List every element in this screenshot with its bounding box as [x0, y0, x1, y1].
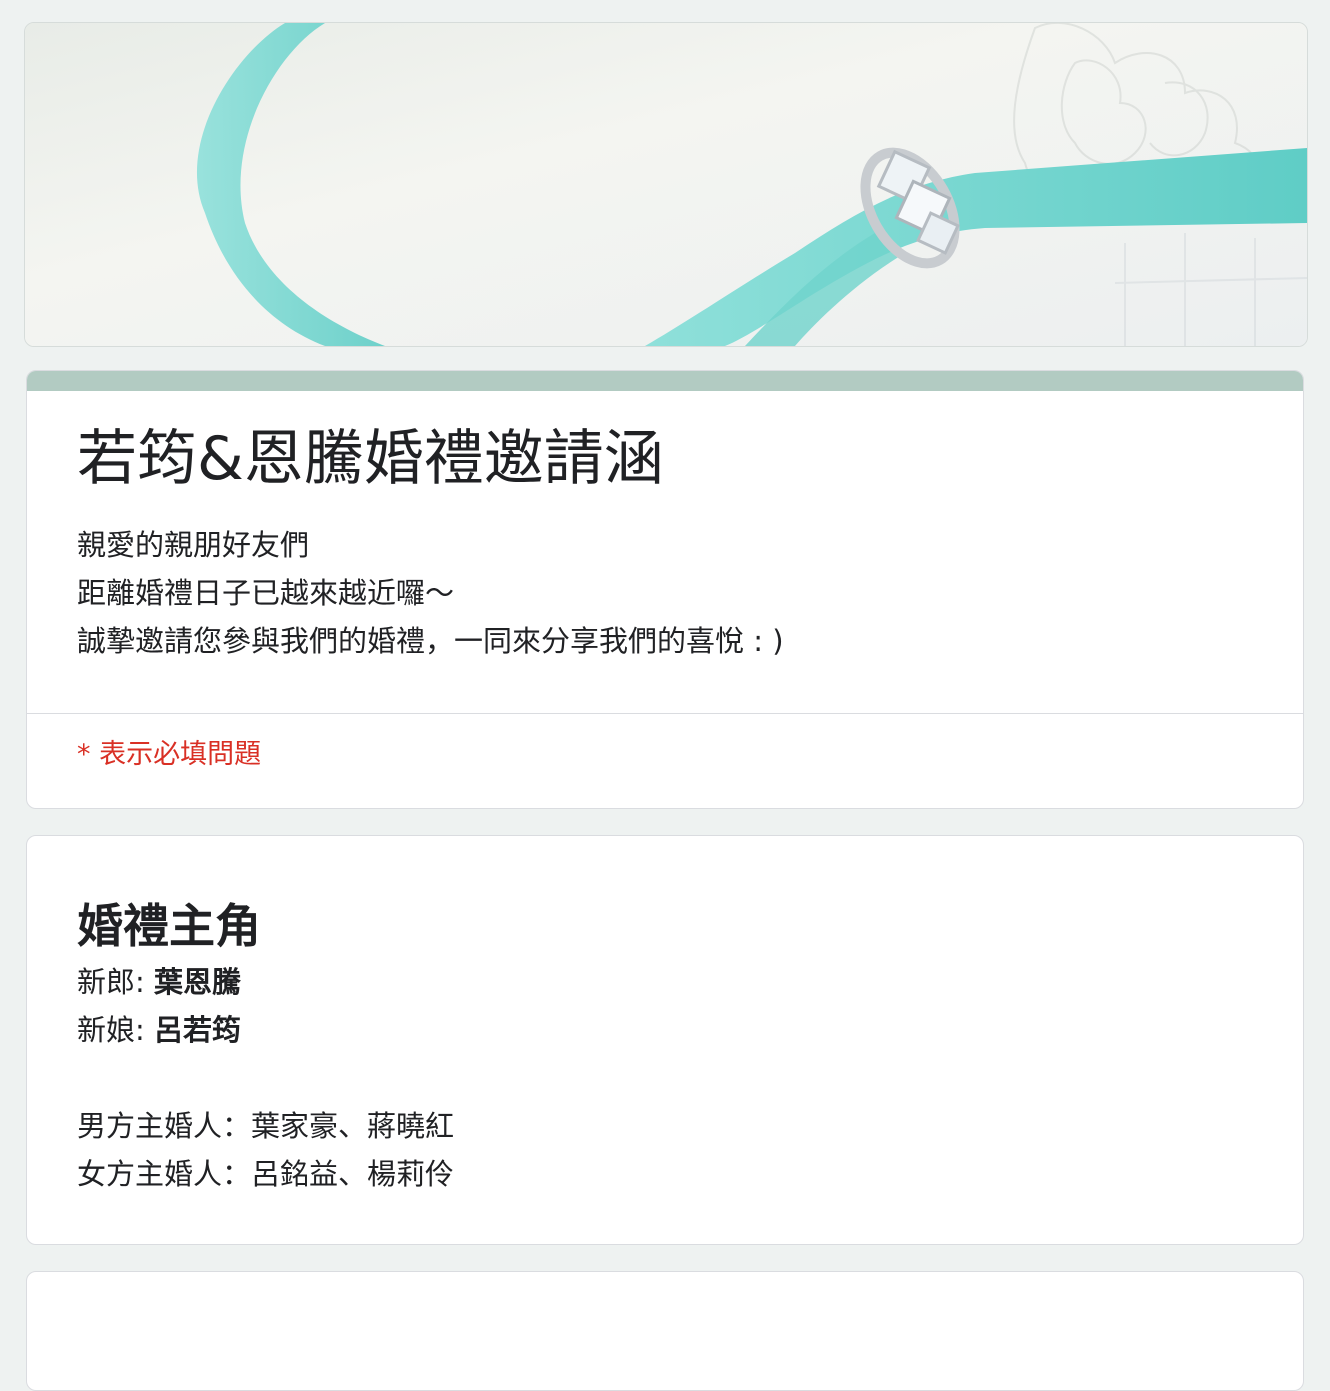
header-accent-bar: [27, 371, 1303, 391]
groom-row: 新郎: 葉恩騰: [77, 958, 454, 1006]
header-banner-image: [24, 22, 1308, 347]
bride-hosts: 女方主婚人：呂銘益、楊莉伶: [77, 1157, 455, 1191]
bride-name: 呂若筠: [154, 1013, 242, 1047]
description-line: 誠摯邀請您參與我們的婚禮，一同來分享我們的喜悅 : ): [77, 624, 784, 658]
bride-label: 新娘:: [77, 1013, 154, 1047]
required-note: * 表示必填問題: [77, 739, 262, 770]
next-section-card: [26, 1271, 1304, 1391]
section-title: 婚禮主角: [77, 899, 261, 953]
groom-label: 新郎:: [77, 965, 154, 999]
section-description: 新郎: 葉恩騰 新娘: 呂若筠 男方主婚人：葉家豪、蔣曉紅 女方主婚人：呂銘益、…: [77, 958, 454, 1198]
description-line: 親愛的親朋好友們: [77, 528, 310, 562]
form-header-card: 若筠&恩騰婚禮邀請涵 親愛的親朋好友們 距離婚禮日子已越來越近囉～ 誠摯邀請您參…: [26, 370, 1304, 809]
section-card-couple: 婚禮主角 新郎: 葉恩騰 新娘: 呂若筠 男方主婚人：葉家豪、蔣曉紅 女方主婚人…: [26, 835, 1304, 1245]
form-description: 親愛的親朋好友們 距離婚禮日子已越來越近囉～ 誠摯邀請您參與我們的婚禮，一同來分…: [77, 521, 784, 665]
description-line: 距離婚禮日子已越來越近囉～: [77, 576, 455, 610]
header-divider: [27, 713, 1303, 714]
groom-name: 葉恩騰: [154, 965, 242, 999]
bride-row: 新娘: 呂若筠: [77, 1006, 454, 1054]
form-title: 若筠&恩騰婚禮邀請涵: [77, 424, 664, 494]
groom-hosts: 男方主婚人：葉家豪、蔣曉紅: [77, 1109, 455, 1143]
ring-ribbon-illustration: [25, 23, 1307, 346]
